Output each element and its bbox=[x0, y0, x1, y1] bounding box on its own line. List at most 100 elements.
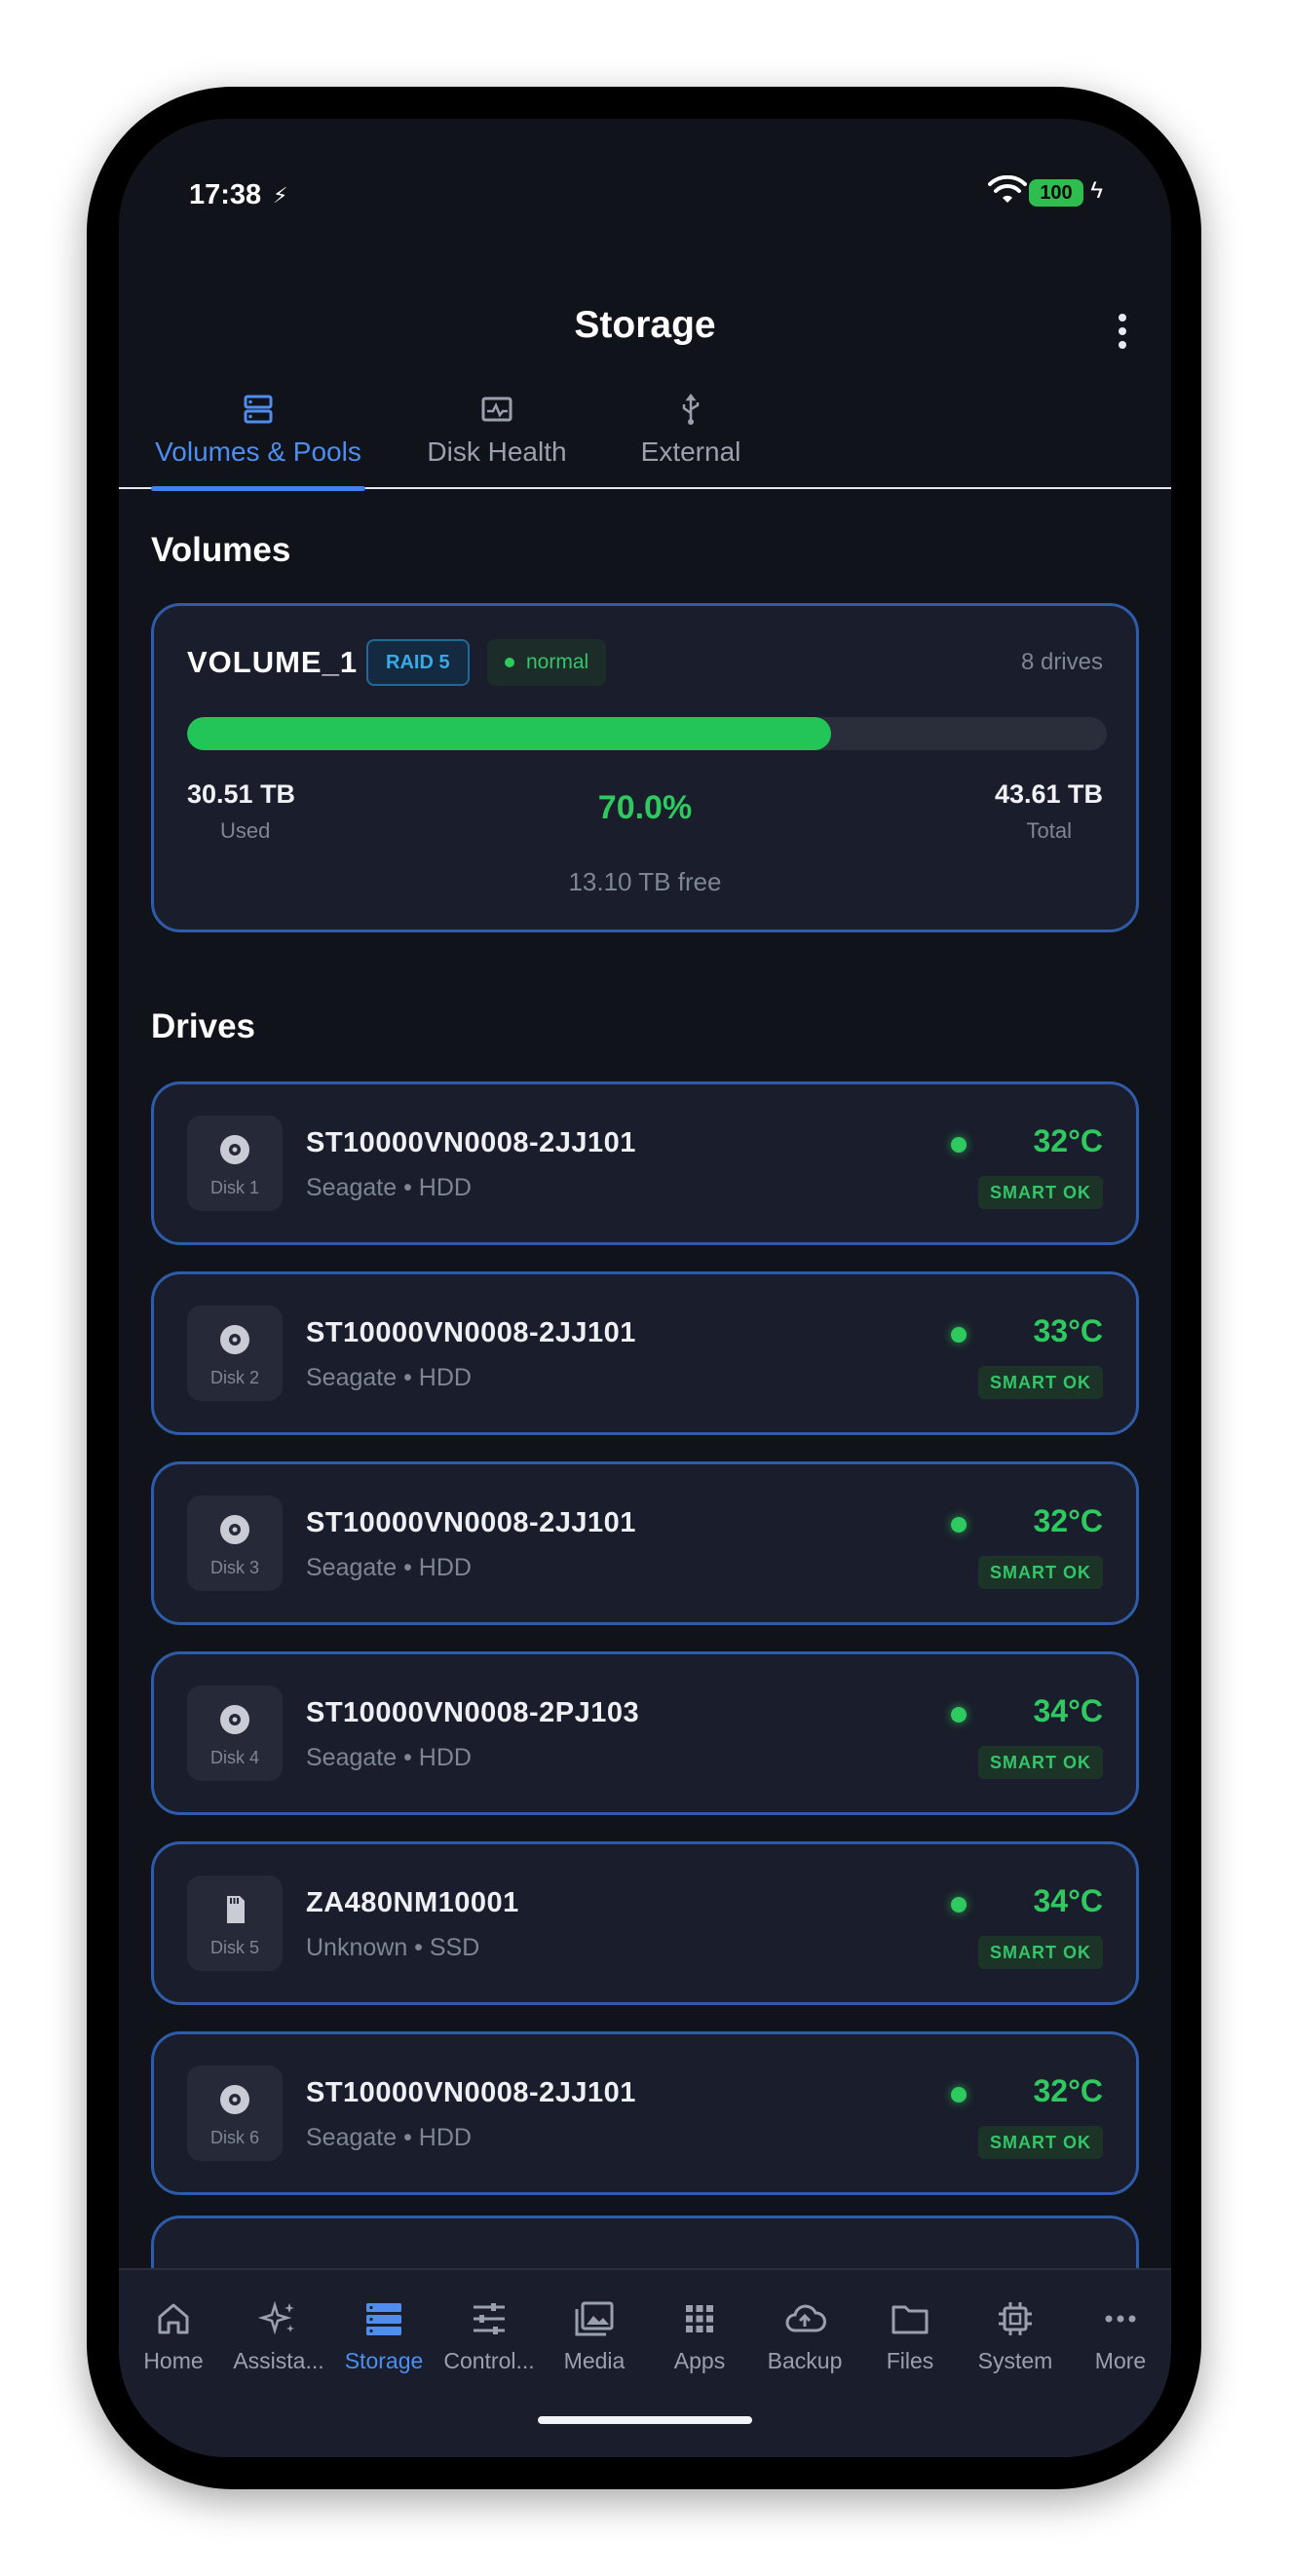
nav-apps[interactable]: Apps bbox=[647, 2297, 752, 2374]
drive-card[interactable]: Disk 1 ST10000VN0008-2JJ101 Seagate • HDD 3… bbox=[151, 1081, 1139, 1245]
drive-vendor-type: Seagate • HDD bbox=[306, 1744, 472, 1771]
disk-label: Disk 1 bbox=[209, 1178, 259, 1197]
drive-model: ST10000VN0008-2JJ101 bbox=[306, 1317, 636, 1348]
smart-badge: SMART OK bbox=[978, 1746, 1103, 1779]
overflow-menu-button[interactable] bbox=[1113, 314, 1132, 353]
nav-system[interactable]: System bbox=[963, 2297, 1068, 2374]
sparkle-icon bbox=[257, 2300, 294, 2335]
total-label: Total bbox=[1026, 818, 1072, 843]
cloud-upload-icon bbox=[785, 2304, 826, 2332]
drive-temperature: 32°C bbox=[1033, 1503, 1104, 1538]
nav-label: Apps bbox=[673, 2348, 726, 2373]
hdd-icon bbox=[220, 2085, 249, 2114]
active-tab-indicator bbox=[151, 486, 365, 491]
disk-tile: Disk 6 bbox=[187, 2065, 283, 2161]
charging-bolt-icon: ϟ bbox=[1090, 177, 1103, 204]
volumes-heading: Volumes bbox=[151, 531, 291, 569]
drive-card[interactable]: Disk 3 ST10000VN0008-2JJ101 Seagate • HDD 3… bbox=[151, 1461, 1139, 1625]
raid-badge: RAID 5 bbox=[366, 639, 470, 686]
drives-heading: Drives bbox=[151, 1007, 256, 1045]
disk-tile: Disk 4 bbox=[187, 1686, 283, 1781]
hdd-icon bbox=[220, 1515, 249, 1544]
disk-label: Disk 3 bbox=[209, 1558, 259, 1577]
page-title: Storage bbox=[574, 304, 716, 346]
nav-backup[interactable]: Backup bbox=[752, 2297, 857, 2374]
usage-progress-bar bbox=[187, 717, 1107, 750]
drive-temperature: 32°C bbox=[1033, 1123, 1104, 1158]
usage-progress-fill bbox=[187, 717, 831, 750]
dot-icon bbox=[1119, 314, 1126, 322]
bottom-nav: Home Assista... Storage Control... Media… bbox=[119, 2268, 1171, 2457]
battery-indicator: 100 bbox=[1029, 179, 1083, 207]
drive-card[interactable]: Disk 6 ST10000VN0008-2JJ101 Seagate • HDD 3… bbox=[151, 2031, 1139, 2195]
tab-external[interactable]: External bbox=[627, 392, 754, 489]
storage-icon bbox=[244, 395, 273, 424]
ssd-icon bbox=[227, 1896, 245, 1923]
smart-badge: SMART OK bbox=[978, 1176, 1103, 1209]
drive-card[interactable]: Disk 4 ST10000VN0008-2PJ103 Seagate • HDD 3… bbox=[151, 1651, 1139, 1815]
tab-label: External bbox=[640, 436, 741, 467]
drive-vendor-type: Seagate • HDD bbox=[306, 1174, 472, 1201]
sliders-icon bbox=[474, 2303, 505, 2334]
nav-control[interactable]: Control... bbox=[436, 2297, 542, 2374]
disk-tile: Disk 3 bbox=[187, 1496, 283, 1591]
nav-label: System bbox=[977, 2348, 1053, 2373]
drive-card[interactable]: Disk 5 ZA480NM10001 Unknown • SSD 34°C SMART… bbox=[151, 1841, 1139, 2005]
status-bar: 17:38 ⚡ 100 ϟ bbox=[119, 119, 1171, 275]
nav-more[interactable]: More bbox=[1068, 2297, 1171, 2374]
nav-home[interactable]: Home bbox=[121, 2297, 226, 2374]
apps-grid-icon bbox=[686, 2305, 713, 2332]
disk-tile: Disk 1 bbox=[187, 1116, 283, 1211]
volume-name: VOLUME_1 bbox=[187, 645, 359, 679]
status-led bbox=[951, 1897, 967, 1913]
chip-icon bbox=[999, 2302, 1032, 2335]
smart-badge: SMART OK bbox=[978, 1936, 1103, 1969]
status-sub-icon: ⚡ bbox=[273, 183, 288, 208]
status-badge: normal bbox=[487, 639, 607, 686]
drive-model: ZA480NM10001 bbox=[306, 1887, 519, 1918]
nav-media[interactable]: Media bbox=[542, 2297, 647, 2374]
drive-vendor-type: Seagate • HDD bbox=[306, 1364, 472, 1391]
drive-model: ST10000VN0008-2JJ101 bbox=[306, 1127, 636, 1158]
nav-label: Control... bbox=[443, 2348, 535, 2373]
tab-disk-health[interactable]: Disk Health bbox=[399, 392, 594, 489]
drive-card[interactable]: Disk 2 ST10000VN0008-2JJ101 Seagate • HDD 3… bbox=[151, 1271, 1139, 1435]
folder-icon bbox=[892, 2305, 929, 2334]
drive-vendor-type: Seagate • HDD bbox=[306, 1554, 472, 1581]
nav-storage[interactable]: Storage bbox=[331, 2297, 436, 2374]
drive-temperature: 34°C bbox=[1033, 1883, 1104, 1918]
drive-temperature: 34°C bbox=[1033, 1693, 1104, 1728]
storage-tabs: Volumes & Pools Disk Health External bbox=[119, 392, 1171, 491]
nav-label: Storage bbox=[344, 2348, 424, 2373]
drive-model: ST10000VN0008-2JJ101 bbox=[306, 2077, 636, 2108]
nav-label: Home bbox=[143, 2348, 204, 2373]
volume-card[interactable]: VOLUME_1 RAID 5 normal 8 drives 30.51 TB… bbox=[151, 603, 1139, 932]
smart-badge: SMART OK bbox=[978, 2126, 1103, 2159]
nav-label: Backup bbox=[767, 2348, 843, 2373]
drive-vendor-type: Unknown • SSD bbox=[306, 1934, 480, 1961]
media-icon bbox=[575, 2301, 614, 2336]
tab-label: Disk Health bbox=[427, 436, 567, 467]
status-led bbox=[951, 1517, 967, 1533]
wifi-icon bbox=[988, 175, 1027, 203]
disk-tile: Disk 5 bbox=[187, 1875, 283, 1971]
usb-icon bbox=[682, 393, 700, 425]
dot-icon bbox=[1119, 341, 1126, 349]
disk-label: Disk 6 bbox=[209, 2128, 259, 2147]
nav-files[interactable]: Files bbox=[857, 2297, 963, 2374]
nav-label: More bbox=[1094, 2348, 1147, 2373]
status-led bbox=[951, 1137, 967, 1153]
more-dots-icon bbox=[1105, 2315, 1136, 2323]
disk-label: Disk 2 bbox=[209, 1368, 259, 1387]
disk-label: Disk 5 bbox=[209, 1938, 259, 1957]
home-indicator[interactable] bbox=[538, 2416, 752, 2424]
home-icon bbox=[158, 2303, 189, 2334]
free-space: 13.10 TB free bbox=[568, 867, 722, 896]
hdd-icon bbox=[220, 1135, 249, 1164]
tab-label: Volumes & Pools bbox=[155, 436, 361, 467]
hdd-icon bbox=[220, 1705, 249, 1734]
drive-model: ST10000VN0008-2JJ101 bbox=[306, 1507, 636, 1538]
nav-assistant[interactable]: Assista... bbox=[226, 2297, 331, 2374]
dot-icon bbox=[1119, 327, 1126, 335]
tab-volumes-pools[interactable]: Volumes & Pools bbox=[151, 392, 365, 489]
